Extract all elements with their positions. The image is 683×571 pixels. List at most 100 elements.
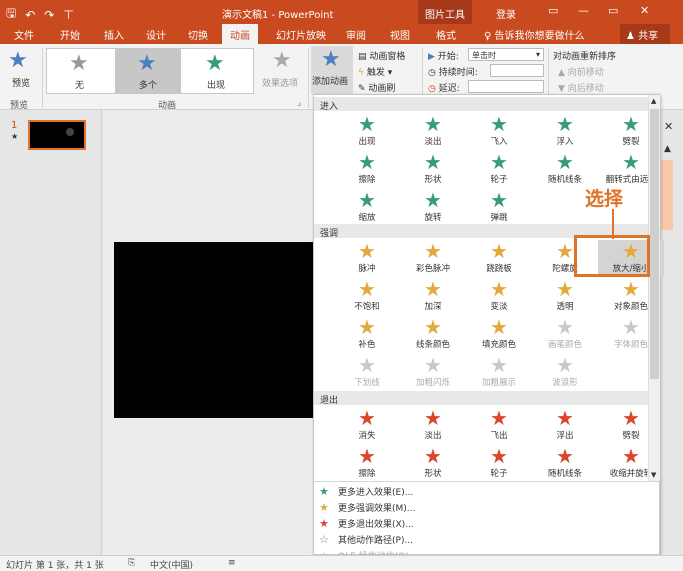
animation-painter-button[interactable]: ✎ 动画刷 [358,81,395,94]
effect-emphasis-3-3[interactable]: ★ 波浪形 [532,354,598,390]
animation-pane-button[interactable]: ▤ 动画窗格 [358,49,405,62]
effect-options-label: 效果选项 [262,79,299,89]
duration-field[interactable] [490,64,544,77]
gallery-item-appear[interactable]: ★ 出现 [183,49,249,93]
effect-label: 浮入 [556,137,574,147]
maximize-icon[interactable]: ▭ [608,4,618,17]
scroll-down-icon[interactable]: ▼ [651,471,656,479]
effect-emphasis-0-2[interactable]: ★ 跷跷板 [466,240,532,276]
language-indicator[interactable]: 中文(中国) [150,558,193,571]
login-link[interactable]: 登录 [496,6,516,21]
effect-options-button[interactable]: ★ 效果选项 [260,48,306,92]
tab-animations[interactable]: 动画 [222,24,258,44]
effect-entrance-1-0[interactable]: ★ 擦除 [334,151,400,187]
close-icon[interactable]: ✕ [640,4,649,17]
gallery-scrollbar-thumb[interactable] [650,109,659,379]
effect-label: 淡出 [424,137,442,147]
delay-field[interactable] [468,80,544,93]
minimize-icon[interactable]: — [578,4,589,17]
effect-exit-0-2[interactable]: ★ 飞出 [466,407,532,443]
star-icon: ★ [490,150,508,174]
star-icon: ★ [490,112,508,136]
effect-emphasis-2-3[interactable]: ★ 画笔颜色 [532,316,598,352]
effect-exit-0-3[interactable]: ★ 浮出 [532,407,598,443]
scroll-up-icon[interactable]: ▲ [664,144,671,154]
effect-emphasis-2-0[interactable]: ★ 补色 [334,316,400,352]
tab-slideshow[interactable]: 幻灯片放映 [276,27,326,42]
lightbulb-icon: ♀ [484,31,492,42]
section-entrance: 进入 [314,97,648,112]
gallery-item-none[interactable]: ★ 无 [47,49,113,93]
effect-emphasis-1-0[interactable]: ★ 不饱和 [334,278,400,314]
effect-label: 脉冲 [358,264,376,274]
more-exit-effects[interactable]: ★ 更多退出效果(X)... [318,517,414,530]
slide-counter: 幻灯片 第 1 张，共 1 张 [6,561,104,571]
effect-entrance-2-2[interactable]: ★ 弹跳 [466,189,532,225]
share-button[interactable]: ♟ 共享 [620,24,670,44]
trigger-button[interactable]: ϟ 触发 ▾ [358,65,392,78]
clock-icon: ◷ [428,84,436,94]
customize-qat-icon[interactable]: ⊤ [63,8,73,22]
effect-entrance-0-3[interactable]: ★ 浮入 [532,113,598,149]
move-earlier-button[interactable]: ▲ 向前移动 [558,65,604,78]
slide[interactable] [114,242,314,418]
slide-thumbnail[interactable] [28,120,86,150]
save-icon[interactable]: 🖫 [6,4,16,25]
dialog-launcher-icon[interactable]: ⌟ [297,98,301,108]
tab-insert[interactable]: 插入 [104,27,124,42]
more-entrance-effects[interactable]: ★ 更多进入效果(E)... [318,485,413,498]
more-emphasis-effects[interactable]: ★ 更多强调效果(M)... [318,501,415,514]
effect-emphasis-1-1[interactable]: ★ 加深 [400,278,466,314]
effect-emphasis-3-2[interactable]: ★ 加粗展示 [466,354,532,390]
more-motion-paths[interactable]: ☆ 其他动作路径(P)... [318,533,413,546]
effect-emphasis-3-1[interactable]: ★ 加粗闪烁 [400,354,466,390]
add-animation-icon: ★ [321,47,341,72]
effect-exit-1-0[interactable]: ★ 擦除 [334,445,400,481]
effect-emphasis-0-0[interactable]: ★ 脉冲 [334,240,400,276]
scroll-up-icon[interactable]: ▲ [651,97,656,105]
spellcheck-icon[interactable]: ⎘ [128,558,135,568]
close-pane-icon[interactable]: ✕ [664,120,673,133]
tab-review[interactable]: 审阅 [346,27,366,42]
tell-me-box[interactable]: ♀ 告诉我你想要做什么 [484,27,585,42]
effect-emphasis-1-3[interactable]: ★ 透明 [532,278,598,314]
move-later-button[interactable]: ▼ 向后移动 [558,81,604,94]
effect-exit-1-2[interactable]: ★ 轮子 [466,445,532,481]
ribbon-display-icon[interactable]: ▭ [548,4,558,17]
effect-exit-0-0[interactable]: ★ 消失 [334,407,400,443]
tab-design[interactable]: 设计 [146,27,166,42]
tab-format[interactable]: 格式 [436,27,456,42]
notes-icon[interactable]: ≡ [228,558,236,568]
redo-icon[interactable]: ↷ [44,8,54,22]
effect-entrance-0-0[interactable]: ★ 出现 [334,113,400,149]
effect-emphasis-3-0[interactable]: ★ 下划线 [334,354,400,390]
effect-entrance-0-1[interactable]: ★ 淡出 [400,113,466,149]
effect-exit-0-1[interactable]: ★ 淡出 [400,407,466,443]
gallery-item-multiple[interactable]: ★ 多个 [115,49,181,93]
effect-entrance-1-3[interactable]: ★ 随机线条 [532,151,598,187]
effect-emphasis-1-2[interactable]: ★ 变淡 [466,278,532,314]
star-icon: ★ [358,353,376,377]
effect-exit-1-3[interactable]: ★ 随机线条 [532,445,598,481]
tab-home[interactable]: 开始 [60,27,80,42]
effect-emphasis-0-1[interactable]: ★ 彩色脉冲 [400,240,466,276]
effect-label: 形状 [424,175,442,185]
add-animation-button[interactable]: ★ 添加动画 [311,46,353,94]
star-icon: ★ [358,112,376,136]
effect-entrance-2-1[interactable]: ★ 旋转 [400,189,466,225]
effect-entrance-0-2[interactable]: ★ 飞入 [466,113,532,149]
preview-button[interactable]: ★ 预览 [6,48,38,92]
tab-view[interactable]: 视图 [390,27,410,42]
effect-exit-1-1[interactable]: ★ 形状 [400,445,466,481]
effect-emphasis-2-1[interactable]: ★ 线条颜色 [400,316,466,352]
effect-entrance-1-2[interactable]: ★ 轮子 [466,151,532,187]
undo-icon[interactable]: ↶ [25,8,35,22]
effect-emphasis-2-2[interactable]: ★ 填充颜色 [466,316,532,352]
effect-entrance-2-0[interactable]: ★ 缩放 [334,189,400,225]
gallery-scrollbar[interactable]: ▲ ▼ [648,95,660,481]
tab-transitions[interactable]: 切换 [188,27,208,42]
start-select[interactable]: 单击时 ▾ [468,48,544,61]
effect-entrance-1-1[interactable]: ★ 形状 [400,151,466,187]
tab-file[interactable]: 文件 [14,27,34,42]
thumbnail-graphic [66,128,74,136]
